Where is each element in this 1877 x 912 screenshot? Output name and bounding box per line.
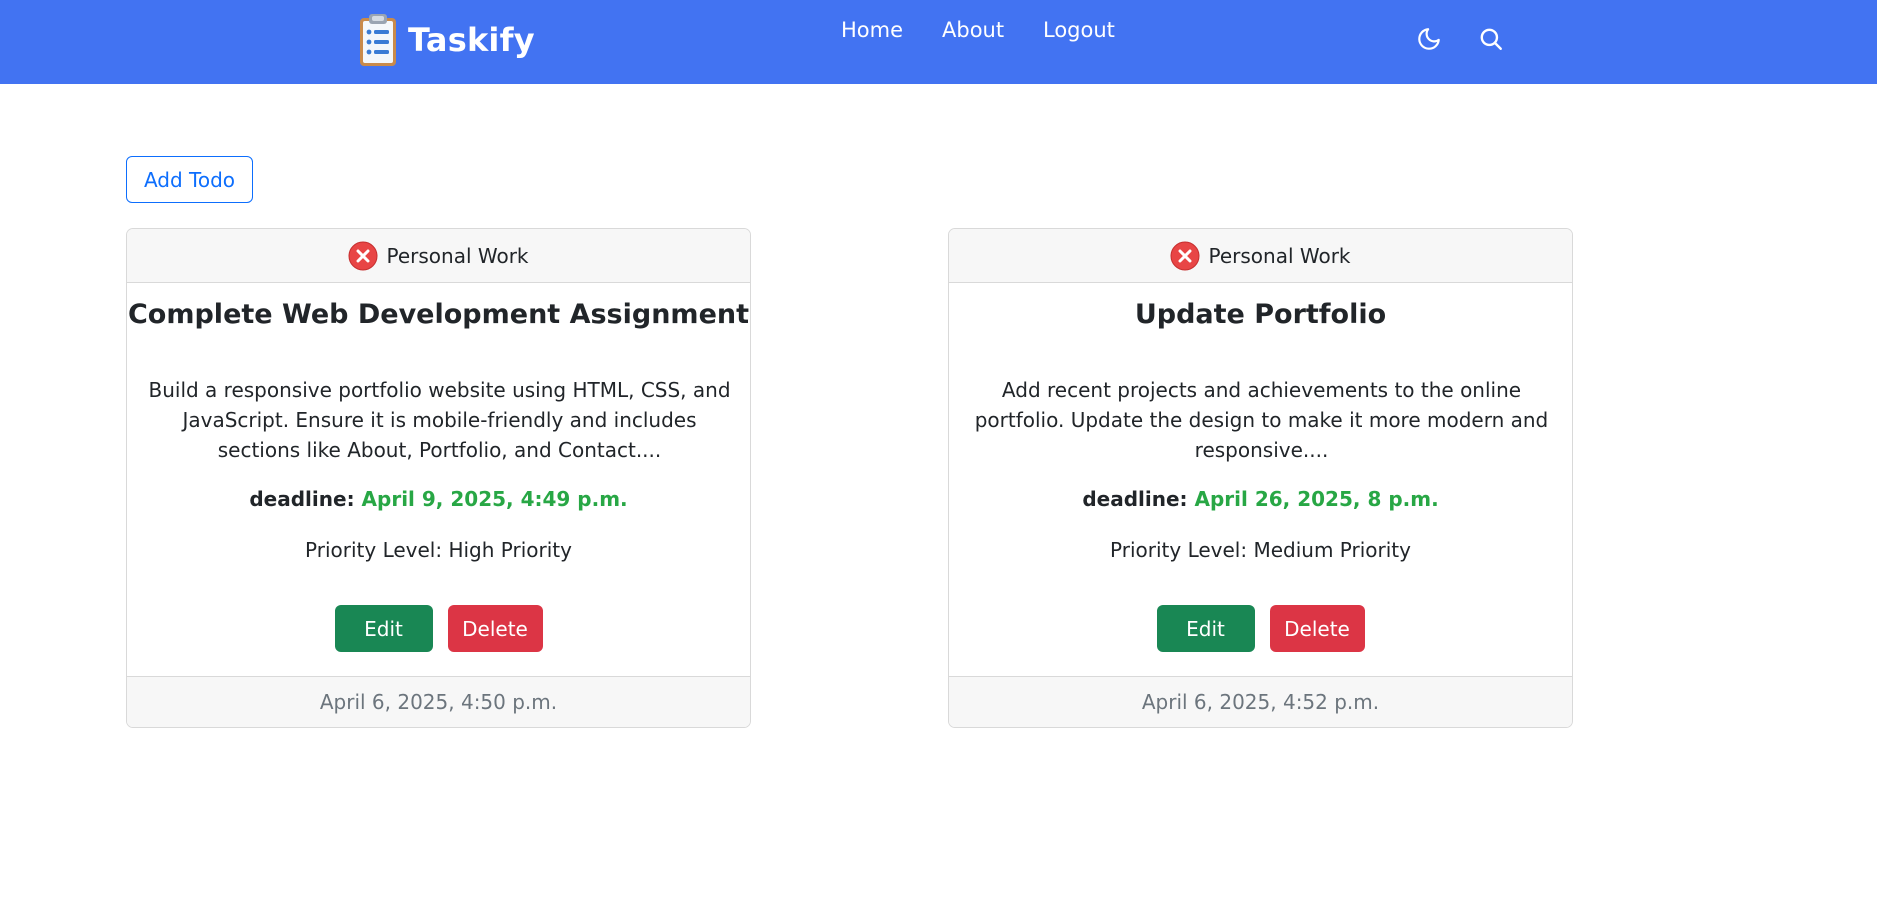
delete-button[interactable]: Delete	[447, 605, 543, 652]
search-button[interactable]	[1476, 24, 1506, 54]
card-header: Personal Work	[949, 229, 1572, 283]
x-circle-icon	[348, 241, 378, 270]
card-title: Complete Web Development Assignment	[127, 299, 750, 330]
card-actions: Edit Delete	[127, 605, 750, 652]
todo-card: Personal Work Update Portfolio Add recen…	[948, 228, 1573, 728]
deadline-value: April 9, 2025, 4:49 p.m.	[361, 487, 628, 511]
edit-button[interactable]: Edit	[334, 605, 433, 652]
card-priority: Priority Level: High Priority	[305, 538, 572, 562]
deadline-label: deadline:	[1082, 487, 1188, 511]
nav-link-about[interactable]: About	[942, 14, 1004, 46]
moon-icon	[1418, 28, 1440, 50]
deadline-value: April 26, 2025, 8 p.m.	[1194, 487, 1439, 511]
nav-link-home[interactable]: Home	[841, 14, 903, 46]
card-created-date: April 6, 2025, 4:50 p.m.	[127, 676, 750, 727]
card-header: Personal Work	[127, 229, 750, 283]
x-circle-icon	[1170, 241, 1200, 270]
navbar: Taskify Home About Logout	[0, 0, 1877, 84]
card-deadline: deadline: April 9, 2025, 4:49 p.m.	[127, 487, 750, 511]
nav-link-logout[interactable]: Logout	[1043, 14, 1115, 46]
card-category: Personal Work	[386, 243, 529, 268]
deadline-label: deadline:	[249, 487, 355, 511]
edit-button[interactable]: Edit	[1156, 605, 1255, 652]
card-title: Update Portfolio	[1134, 299, 1387, 330]
nav-links: Home About Logout	[0, 14, 1877, 46]
theme-toggle-button[interactable]	[1414, 24, 1444, 54]
card-priority: Priority Level: Medium Priority	[1110, 538, 1411, 562]
card-description: Build a responsive portfolio website usi…	[148, 378, 731, 462]
delete-button[interactable]: Delete	[1269, 605, 1365, 652]
card-deadline: deadline: April 26, 2025, 8 p.m.	[949, 487, 1572, 511]
card-category: Personal Work	[1208, 243, 1351, 268]
card-actions: Edit Delete	[949, 605, 1572, 652]
todo-card: Personal Work Complete Web Development A…	[126, 228, 751, 728]
add-todo-button[interactable]: Add Todo	[126, 156, 253, 203]
card-description: Add recent projects and achievements to …	[974, 378, 1549, 462]
search-icon	[1480, 28, 1502, 50]
card-created-date: April 6, 2025, 4:52 p.m.	[949, 676, 1572, 727]
